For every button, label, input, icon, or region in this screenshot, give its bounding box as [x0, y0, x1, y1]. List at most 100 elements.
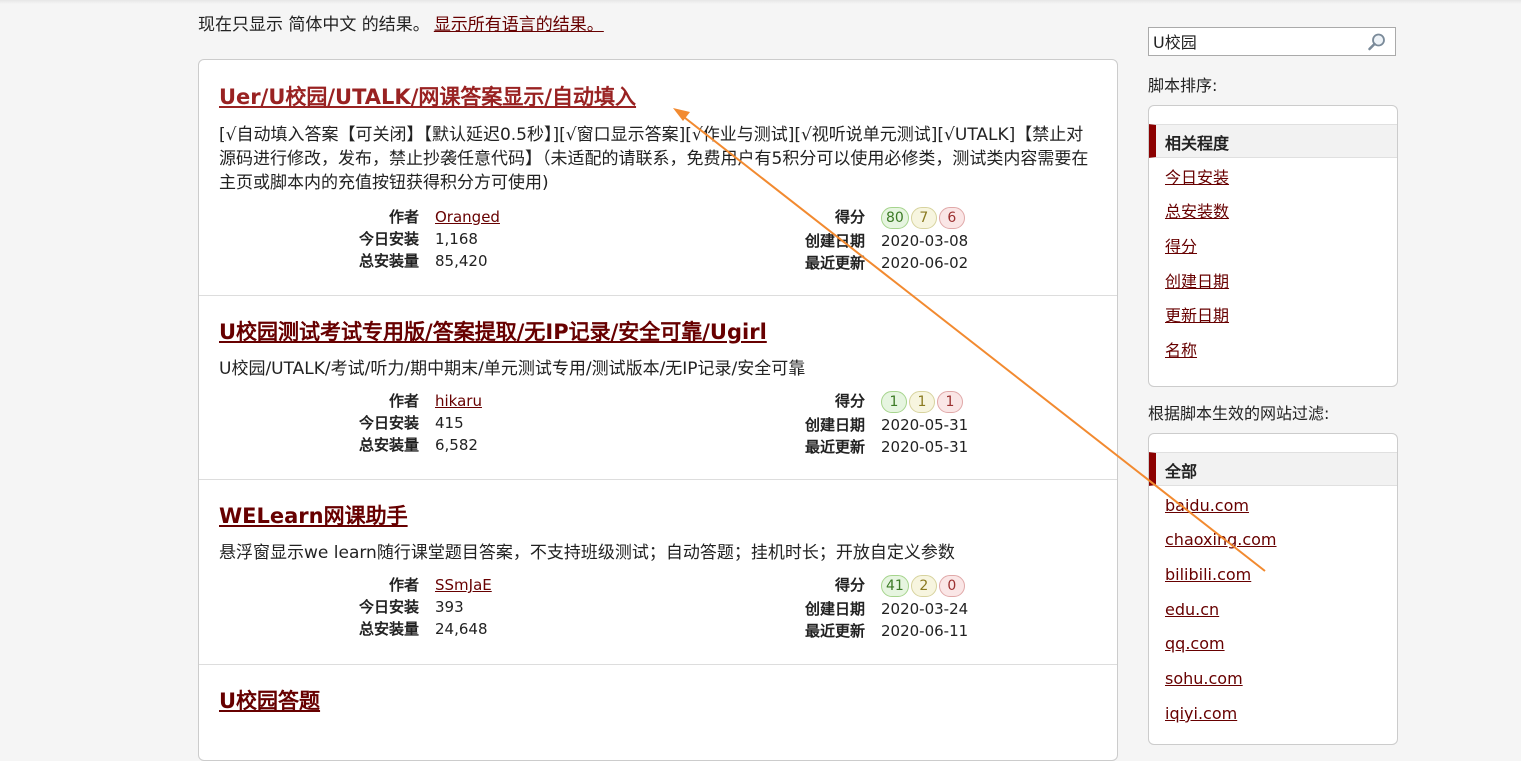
site-filter-sohu[interactable]: sohu.com	[1165, 668, 1243, 690]
total-installs-label: 总安装量	[358, 436, 419, 454]
author-label: 作者	[388, 576, 419, 594]
total-installs-value: 6,582	[435, 436, 478, 454]
sort-option-active-label: 相关程度	[1165, 134, 1230, 153]
script-title: U校园答题	[219, 687, 320, 715]
today-installs-label: 今日安装	[358, 414, 419, 432]
updated-value: 2020-06-11	[881, 622, 969, 640]
script-meta-right: 得分 创建日期 最近更新	[665, 206, 865, 276]
site-filter-bilibili[interactable]: bilibili.com	[1165, 564, 1251, 586]
created-value: 2020-03-24	[881, 600, 969, 618]
rating-bad-badge: 1	[937, 391, 963, 413]
total-installs-label: 总安装量	[358, 252, 419, 270]
sort-option-today-installs[interactable]: 今日安装	[1165, 167, 1229, 189]
sort-option-updated[interactable]: 更新日期	[1165, 305, 1229, 327]
script-meta-right-values: 41 2 0 2020-03-24 2020-06-11	[881, 574, 968, 642]
rating-good-badge: 41	[881, 575, 909, 597]
script-list: Uer/U校园/UTALK/网课答案显示/自动填入 [√自动填入答案【可关闭】【…	[198, 59, 1118, 761]
site-filter-qq[interactable]: qq.com	[1165, 633, 1225, 655]
script-title: Uer/U校园/UTALK/网课答案显示/自动填入	[219, 83, 636, 111]
script-meta-left-values: hikaru 415 6,582	[435, 390, 482, 456]
script-meta-left-values: Oranged 1,168 85,420	[435, 206, 500, 272]
script-meta-left: 作者 今日安装 总安装量	[219, 574, 419, 644]
total-installs-label: 总安装量	[358, 620, 419, 638]
script-title-link[interactable]: WELearn网课助手	[219, 504, 408, 528]
today-installs-value: 393	[435, 598, 464, 616]
script-meta-right-values: 80 7 6 2020-03-08 2020-06-02	[881, 206, 968, 274]
script-description: 悬浮窗显示we learn随行课堂题目答案，不支持班级测试；自动答题；挂机时长；…	[219, 543, 955, 563]
updated-label: 最近更新	[804, 622, 865, 640]
rating-badges: 41 2 0	[881, 574, 968, 598]
language-filter: 现在只显示 简体中文 的结果。 显示所有语言的结果。	[198, 13, 604, 37]
created-label: 创建日期	[804, 600, 865, 618]
author-link[interactable]: Oranged	[435, 208, 500, 226]
script-title: U校园测试考试专用版/答案提取/无IP记录/安全可靠/Ugirl	[219, 318, 767, 346]
today-installs-value: 415	[435, 414, 464, 432]
top-shadow	[0, 0, 1521, 4]
site-filter-label: 根据脚本生效的网站过滤:	[1148, 404, 1330, 423]
script-meta-left-values: SSmJaE 393 24,648	[435, 574, 492, 640]
rating-badges: 111	[881, 390, 968, 414]
script-item: WELearn网课助手 悬浮窗显示we learn随行课堂题目答案，不支持班级测…	[199, 479, 1117, 665]
script-meta-right-values: 111 2020-05-31 2020-05-31	[881, 390, 968, 458]
author-link[interactable]: hikaru	[435, 392, 482, 410]
rating-ok-badge: 7	[910, 207, 937, 229]
script-meta-right: 得分 创建日期 最近更新	[665, 574, 865, 644]
created-label: 创建日期	[804, 416, 865, 434]
sort-option-total-installs[interactable]: 总安装数	[1165, 201, 1229, 223]
rating-ok-badge: 1	[909, 391, 935, 413]
sort-options: 相关程度 今日安装 总安装数 得分 创建日期 更新日期 名称	[1148, 105, 1398, 387]
script-description: U校园/UTALK/考试/听力/期中期末/单元测试专用/测试版本/无IP记录/安…	[219, 359, 806, 379]
site-filter-active[interactable]: 全部	[1149, 452, 1397, 486]
script-title-link[interactable]: U校园答题	[219, 689, 320, 713]
script-meta-right: 得分 创建日期 最近更新	[665, 390, 865, 460]
rating-label: 得分	[834, 392, 865, 410]
site-filter-chaoxing[interactable]: chaoxing.com	[1165, 529, 1277, 551]
sort-option-rating[interactable]: 得分	[1165, 236, 1197, 258]
script-item: Uer/U校园/UTALK/网课答案显示/自动填入 [√自动填入答案【可关闭】【…	[199, 60, 1117, 296]
search-box	[1148, 27, 1396, 56]
site-filter-edu[interactable]: edu.cn	[1165, 599, 1219, 621]
created-label: 创建日期	[804, 232, 865, 250]
sort-label: 脚本排序:	[1148, 76, 1218, 95]
script-description: [√自动填入答案【可关闭】【默认延迟0.5秒】][√窗口显示答案][√作业与测试…	[219, 125, 1089, 193]
script-item: U校园测试考试专用版/答案提取/无IP记录/安全可靠/Ugirl U校园/UTA…	[199, 295, 1117, 480]
script-title-link[interactable]: Uer/U校园/UTALK/网课答案显示/自动填入	[219, 85, 636, 109]
script-title: WELearn网课助手	[219, 502, 408, 530]
author-link[interactable]: SSmJaE	[435, 576, 492, 594]
script-meta-left: 作者 今日安装 总安装量	[219, 390, 419, 460]
show-all-languages-link[interactable]: 显示所有语言的结果。	[434, 15, 604, 35]
sort-option-created[interactable]: 创建日期	[1165, 271, 1229, 293]
sort-option-name[interactable]: 名称	[1165, 340, 1197, 362]
rating-label: 得分	[834, 576, 865, 594]
rating-good-badge: 1	[881, 391, 907, 413]
rating-ok-badge: 2	[910, 575, 937, 597]
script-item: U校园答题	[199, 664, 1117, 760]
updated-value: 2020-06-02	[881, 254, 969, 272]
rating-bad-badge: 0	[938, 575, 965, 597]
rating-good-badge: 80	[881, 207, 909, 229]
updated-value: 2020-05-31	[881, 438, 969, 456]
updated-label: 最近更新	[804, 438, 865, 456]
search-input[interactable]	[1153, 31, 1363, 51]
author-label: 作者	[388, 392, 419, 410]
total-installs-value: 24,648	[435, 620, 488, 638]
script-title-link[interactable]: U校园测试考试专用版/答案提取/无IP记录/安全可靠/Ugirl	[219, 320, 767, 344]
site-filter-active-label: 全部	[1165, 462, 1198, 481]
rating-badges: 80 7 6	[881, 206, 968, 230]
total-installs-value: 85,420	[435, 252, 488, 270]
today-installs-label: 今日安装	[358, 230, 419, 248]
magnifier-icon[interactable]	[1367, 32, 1387, 52]
updated-label: 最近更新	[804, 254, 865, 272]
created-value: 2020-05-31	[881, 416, 969, 434]
rating-label: 得分	[834, 208, 865, 226]
sort-option-active[interactable]: 相关程度	[1149, 124, 1397, 158]
today-installs-value: 1,168	[435, 230, 478, 248]
created-value: 2020-03-08	[881, 232, 969, 250]
site-filter-iqiyi[interactable]: iqiyi.com	[1165, 703, 1237, 725]
site-filter-baidu[interactable]: baidu.com	[1165, 495, 1249, 517]
author-label: 作者	[388, 208, 419, 226]
rating-bad-badge: 6	[938, 207, 965, 229]
script-meta-left: 作者 今日安装 总安装量	[219, 206, 419, 276]
language-filter-label: 现在只显示 简体中文 的结果。	[198, 15, 430, 35]
today-installs-label: 今日安装	[358, 598, 419, 616]
